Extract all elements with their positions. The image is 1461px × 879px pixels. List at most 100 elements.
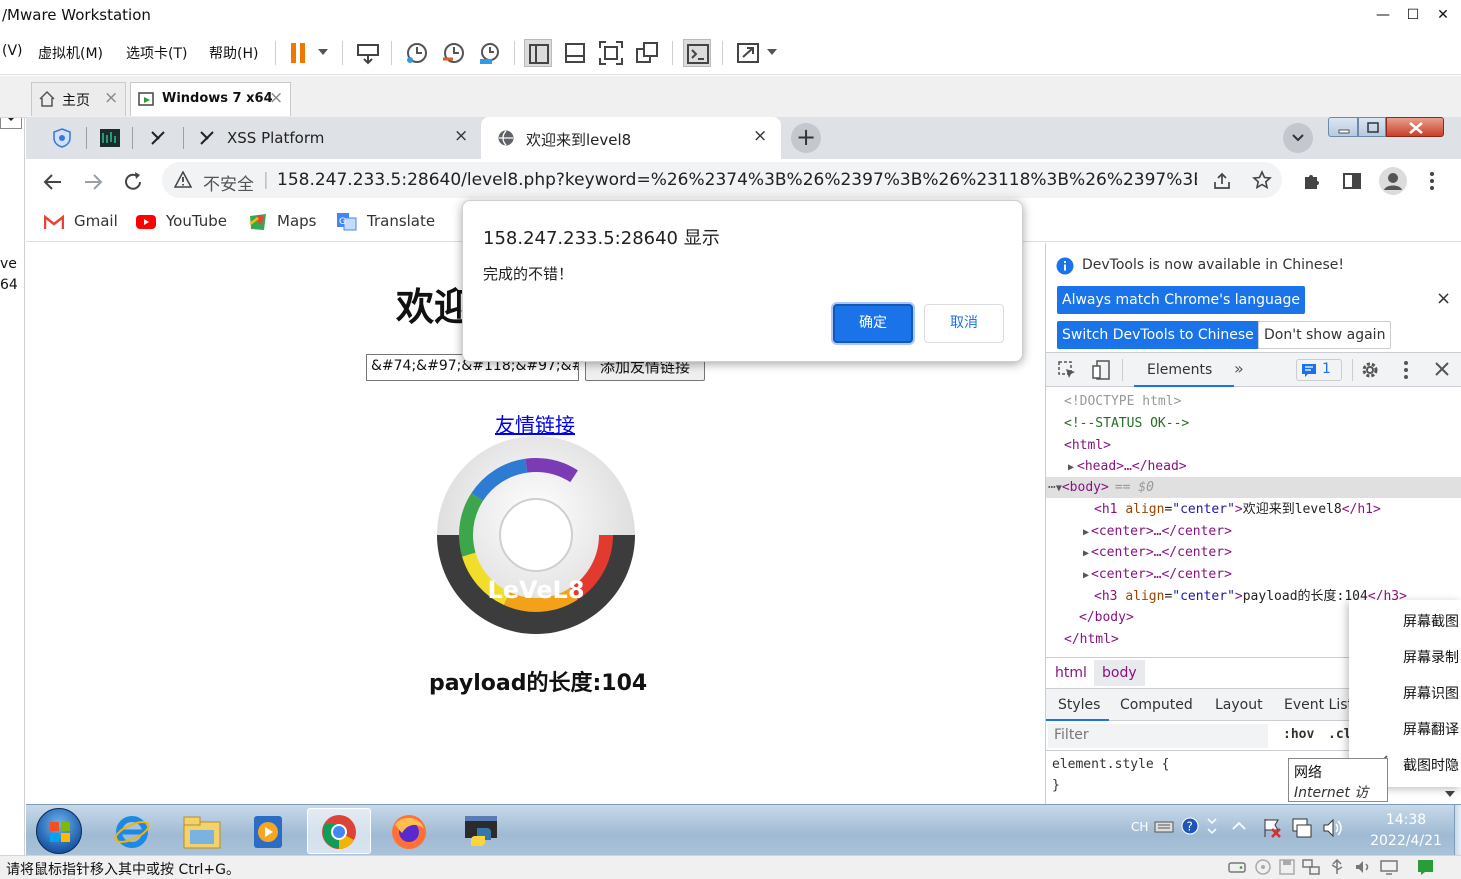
dom-node[interactable]: ▶ <center>…</center>: [1046, 521, 1461, 542]
crumb-body[interactable]: body: [1094, 660, 1145, 686]
menu-help[interactable]: 帮助(H): [209, 43, 258, 63]
gear-icon[interactable]: [1360, 360, 1380, 380]
close-icon[interactable]: [1434, 361, 1450, 377]
tab-computed[interactable]: Computed: [1120, 697, 1193, 713]
more-tabs-icon[interactable]: »: [1234, 359, 1244, 378]
inspect-element-icon[interactable]: [1058, 361, 1076, 379]
restore-button[interactable]: [1358, 117, 1386, 137]
display-icon[interactable]: [1380, 859, 1398, 875]
clock[interactable]: 14:38 2022/4/21: [1361, 810, 1451, 852]
kebab-menu-icon[interactable]: [1429, 171, 1435, 191]
back-icon[interactable]: [42, 171, 64, 193]
switch-to-chinese-button[interactable]: Switch DevTools to Chinese: [1057, 321, 1259, 349]
extensions-icon[interactable]: [1302, 171, 1322, 191]
filter-input[interactable]: Filter: [1048, 724, 1268, 748]
dom-node[interactable]: ▶ <head>…</head>: [1046, 456, 1461, 477]
revert-snapshot-icon[interactable]: [440, 39, 468, 67]
tab-windows7[interactable]: Windows 7 x64 ×: [130, 82, 291, 116]
menu-item-hide-on-capture[interactable]: 截图时隐: [1403, 755, 1459, 775]
close-icon[interactable]: ×: [1436, 288, 1451, 309]
tab-pinned-terminal[interactable]: [88, 117, 132, 159]
always-match-language-button[interactable]: Always match Chrome's language: [1057, 286, 1305, 314]
kebab-menu-icon[interactable]: [1403, 360, 1409, 380]
security-label[interactable]: 不安全: [203, 170, 254, 195]
dom-node-selected[interactable]: ⋯▼<body> == $0: [1046, 477, 1461, 498]
taskbar-chrome[interactable]: [307, 808, 371, 854]
send-keys-icon[interactable]: [354, 39, 382, 67]
dom-node[interactable]: <!DOCTYPE html>: [1046, 391, 1461, 412]
dom-node[interactable]: <html>: [1046, 435, 1461, 456]
minimize-button[interactable]: —: [1373, 5, 1393, 25]
chevron-down-icon[interactable]: [318, 49, 328, 57]
dom-node[interactable]: <!--STATUS OK-->: [1046, 413, 1461, 434]
unity-mode-icon[interactable]: [633, 39, 661, 67]
menu-view[interactable]: (V): [2, 43, 23, 59]
taskbar-media-player[interactable]: [236, 808, 300, 854]
input-language[interactable]: CH: [1131, 820, 1148, 834]
dom-node[interactable]: <h1 align="center">欢迎来到level8</h1>: [1046, 499, 1461, 520]
scroll-down-icon[interactable]: [1444, 789, 1456, 799]
ime-options-icon[interactable]: [1206, 815, 1218, 837]
tab-search-button[interactable]: [1283, 123, 1313, 153]
forward-icon[interactable]: [82, 171, 104, 193]
tab-pinned-shield[interactable]: [34, 117, 84, 159]
action-center-icon[interactable]: [1262, 817, 1282, 839]
cd-drive-icon[interactable]: [1254, 859, 1272, 875]
close-icon[interactable]: ×: [454, 126, 468, 146]
tab-elements[interactable]: Elements: [1134, 353, 1234, 387]
stretch-icon[interactable]: [734, 39, 762, 67]
url-text[interactable]: 158.247.233.5:28640/level8.php?keyword=%…: [277, 170, 1197, 190]
show-hidden-icons[interactable]: [1232, 821, 1246, 831]
tab-xss-platform[interactable]: XSS Platform ×: [186, 117, 478, 159]
message-log-icon[interactable]: [1417, 859, 1435, 875]
menu-item-screenshot[interactable]: 屏幕截图: [1403, 611, 1459, 631]
tab-home[interactable]: 主页 ×: [31, 82, 126, 116]
close-button[interactable]: [1386, 117, 1444, 137]
tab-pinned-xss[interactable]: [134, 117, 182, 159]
taskbar-ie[interactable]: [100, 808, 164, 854]
pause-icon[interactable]: [287, 39, 315, 67]
crumb-html[interactable]: html: [1055, 665, 1087, 681]
help-icon[interactable]: ?: [1181, 817, 1199, 835]
close-icon[interactable]: ×: [104, 88, 118, 108]
keyboard-icon[interactable]: [1154, 820, 1174, 834]
snapshot-icon[interactable]: [403, 39, 431, 67]
menu-item-translate[interactable]: 屏幕翻译: [1403, 719, 1459, 739]
bookmark-star-icon[interactable]: [1252, 170, 1272, 190]
menu-vm[interactable]: 虚拟机(M): [38, 43, 103, 63]
menu-item-record[interactable]: 屏幕录制: [1403, 647, 1459, 667]
share-icon[interactable]: [1212, 171, 1232, 191]
menu-item-image-recognition[interactable]: 屏幕识图: [1403, 683, 1459, 703]
volume-icon[interactable]: [1321, 817, 1343, 839]
element-style-rule[interactable]: element.style {: [1052, 757, 1169, 772]
close-icon[interactable]: ×: [753, 126, 767, 146]
maximize-button[interactable]: ☐: [1403, 5, 1423, 25]
menu-tabs[interactable]: 选项卡(T): [126, 43, 187, 63]
device-toolbar-icon[interactable]: [1092, 360, 1110, 380]
friend-link[interactable]: 友情链接: [495, 409, 575, 438]
show-desktop-button[interactable]: [1454, 805, 1461, 856]
hard-disk-icon[interactable]: [1228, 859, 1246, 875]
hov-toggle[interactable]: :hov: [1283, 727, 1314, 742]
close-icon[interactable]: ×: [269, 88, 283, 108]
close-button[interactable]: ✕: [1433, 5, 1453, 25]
ok-button[interactable]: 确定: [833, 304, 913, 343]
new-tab-button[interactable]: +: [791, 123, 821, 153]
fullscreen-icon[interactable]: [597, 39, 625, 67]
side-panel-icon[interactable]: [1342, 171, 1362, 191]
issues-badge[interactable]: 1: [1296, 359, 1342, 381]
network-icon[interactable]: [1291, 817, 1313, 839]
tab-styles[interactable]: Styles: [1046, 689, 1109, 721]
snapshot-manager-icon[interactable]: [476, 39, 504, 67]
taskbar-explorer[interactable]: [170, 808, 234, 854]
taskbar-firefox[interactable]: [378, 808, 442, 854]
tab-layout[interactable]: Layout: [1215, 697, 1263, 713]
taskbar-python[interactable]: [449, 808, 513, 854]
chevron-down-icon[interactable]: [767, 49, 777, 57]
usb-icon[interactable]: [1328, 859, 1346, 875]
dont-show-again-button[interactable]: Don't show again: [1258, 321, 1392, 349]
show-library-icon[interactable]: [524, 39, 552, 67]
minimize-button[interactable]: [1328, 117, 1358, 137]
dom-node[interactable]: ▶ <center>…</center>: [1046, 542, 1461, 563]
sound-icon[interactable]: [1354, 859, 1372, 875]
